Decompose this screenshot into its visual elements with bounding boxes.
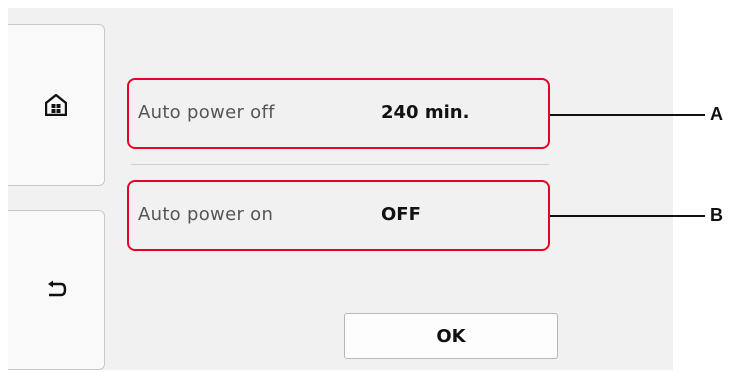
callout-box-b [127, 180, 550, 251]
ok-button[interactable]: OK [344, 313, 558, 359]
divider [131, 164, 549, 165]
home-icon [45, 94, 67, 116]
callout-box-a [127, 78, 550, 149]
back-button[interactable] [8, 210, 105, 370]
callout-line-a [550, 114, 705, 116]
back-arrow-icon [48, 280, 67, 297]
home-button[interactable] [8, 24, 105, 186]
callout-label-a: A [710, 104, 723, 124]
callout-label-b: B [710, 205, 723, 225]
callout-line-b [550, 215, 705, 217]
